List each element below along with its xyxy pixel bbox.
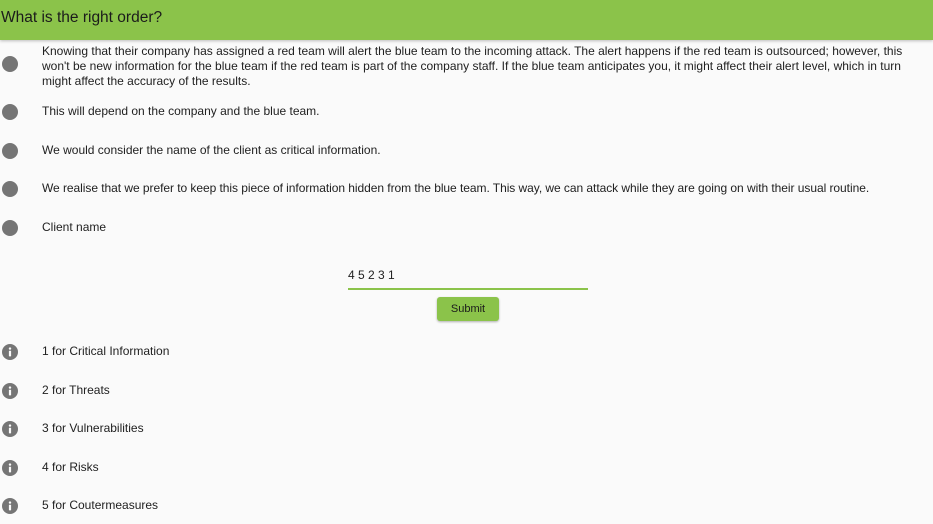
- option-text: Client name: [42, 220, 107, 234]
- option-text: We realise that we prefer to keep this p…: [42, 181, 870, 195]
- answer-field-wrapper: [348, 262, 588, 292]
- bullet-icon: [2, 104, 18, 120]
- legend-text: 4 for Risks: [42, 460, 99, 474]
- legend-text: 2 for Threats: [42, 383, 110, 397]
- legend-text: 1 for Critical Information: [42, 344, 170, 358]
- page-title: What is the right order?: [1, 9, 163, 26]
- info-icon: [2, 421, 18, 437]
- info-icon: [2, 498, 18, 514]
- bullet-icon: [2, 143, 18, 159]
- bullet-icon: [2, 56, 18, 72]
- answer-input[interactable]: [348, 262, 588, 290]
- info-icon: [2, 460, 18, 476]
- info-icon: [2, 344, 18, 360]
- option-text: We would consider the name of the client…: [42, 143, 381, 157]
- bullet-icon: [2, 181, 18, 197]
- option-text: Knowing that their company has assigned …: [42, 44, 903, 88]
- legend-text: 3 for Vulnerabilities: [42, 421, 144, 435]
- info-icon: [2, 383, 18, 399]
- bullet-icon: [2, 220, 18, 236]
- option-text: This will depend on the company and the …: [42, 104, 320, 118]
- submit-button[interactable]: Submit: [437, 297, 499, 321]
- header-bar: What is the right order?: [0, 0, 933, 40]
- legend-text: 5 for Coutermeasures: [42, 498, 159, 512]
